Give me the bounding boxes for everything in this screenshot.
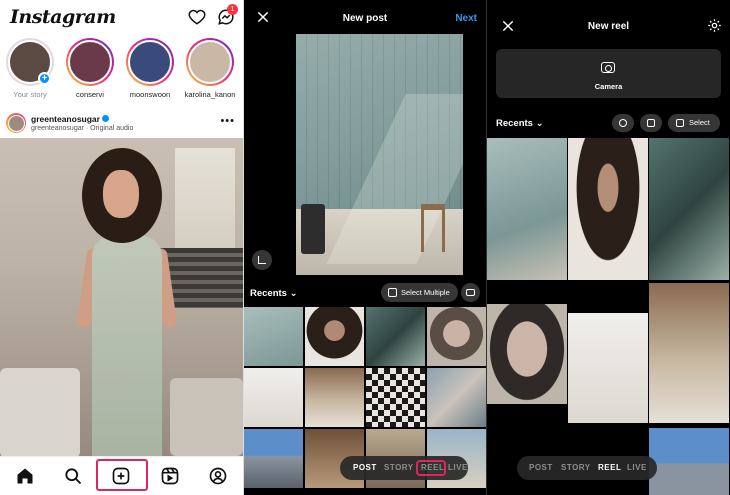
multi-select-icon bbox=[676, 119, 684, 127]
preview-stool bbox=[421, 204, 445, 252]
instagram-logo[interactable]: Instagram bbox=[10, 6, 116, 28]
feed-screen: Instagram ⌄ 1 + Your story conservi moon… bbox=[0, 0, 243, 495]
next-button[interactable]: Next bbox=[455, 13, 477, 24]
media-grid bbox=[487, 138, 730, 495]
media-thumbnail[interactable] bbox=[649, 283, 729, 423]
page-title: New reel bbox=[587, 21, 630, 32]
story-karolina-kanon[interactable]: karolina_kanon bbox=[182, 38, 238, 99]
more-icon[interactable]: ••• bbox=[220, 115, 235, 127]
bottom-tab-bar bbox=[0, 456, 243, 495]
multi-select-icon bbox=[388, 288, 397, 297]
mode-live[interactable]: LIVE bbox=[448, 463, 468, 472]
media-thumbnail[interactable] bbox=[487, 138, 567, 280]
gear-icon[interactable] bbox=[707, 18, 722, 33]
mode-selector: POST STORY REEL LIVE bbox=[517, 456, 657, 480]
photo-window bbox=[175, 148, 235, 258]
reel-mode-highlight bbox=[416, 460, 446, 476]
recents-label: Recents bbox=[496, 118, 533, 129]
select-label: Select bbox=[689, 118, 710, 127]
home-icon[interactable] bbox=[15, 466, 35, 486]
mode-post[interactable]: POST bbox=[353, 463, 377, 472]
story-name: Your story bbox=[13, 90, 47, 99]
new-reel-screen: New reel Camera Recents ⌄ Select POST ST… bbox=[487, 0, 730, 495]
preview-towel bbox=[301, 204, 325, 254]
post-header: greenteanosugar greenteanosugar · Origin… bbox=[0, 110, 243, 138]
recents-bar: Recents ⌄ Select Multiple bbox=[244, 282, 486, 304]
story-conservi[interactable]: conservi bbox=[62, 38, 118, 99]
story-your-story[interactable]: + Your story bbox=[2, 38, 58, 99]
add-story-icon[interactable]: + bbox=[38, 72, 51, 85]
templates-icon bbox=[647, 119, 655, 127]
mode-reel[interactable]: REEL bbox=[598, 463, 621, 472]
profile-icon[interactable] bbox=[208, 466, 228, 486]
templates-button[interactable] bbox=[640, 114, 662, 132]
recents-bar: Recents ⌄ Select bbox=[487, 113, 730, 133]
select-multiple-label: Select Multiple bbox=[401, 288, 450, 297]
media-thumbnail[interactable] bbox=[568, 313, 648, 423]
new-reel-header: New reel bbox=[487, 0, 730, 44]
feed-header: Instagram ⌄ 1 bbox=[0, 0, 243, 36]
recents-label: Recents bbox=[250, 288, 287, 299]
media-thumbnail[interactable] bbox=[305, 368, 364, 427]
photo-chair bbox=[170, 378, 243, 456]
chevron-down-icon[interactable]: ⌄ bbox=[84, 12, 92, 23]
camera-label: Camera bbox=[594, 82, 623, 91]
mode-selector: POST STORY REEL LIVE bbox=[340, 456, 468, 480]
media-thumbnail[interactable] bbox=[427, 368, 486, 427]
new-post-screen: New post Next Recents ⌄ Select Multiple … bbox=[244, 0, 486, 495]
recents-dropdown[interactable]: Recents ⌄ bbox=[250, 288, 298, 299]
recents-dropdown[interactable]: Recents ⌄ bbox=[496, 118, 544, 129]
create-highlight bbox=[96, 459, 148, 491]
mode-story[interactable]: STORY bbox=[384, 463, 414, 472]
post-username-text: greenteanosugar bbox=[31, 114, 100, 124]
photo-sofa bbox=[0, 368, 80, 456]
new-post-header: New post Next bbox=[244, 0, 486, 36]
camera-icon bbox=[601, 62, 615, 73]
select-button[interactable]: Select bbox=[668, 114, 720, 132]
post-image[interactable] bbox=[0, 138, 243, 456]
mode-live[interactable]: LIVE bbox=[627, 463, 647, 472]
media-thumbnail[interactable] bbox=[427, 307, 486, 366]
user-circle-icon bbox=[619, 119, 627, 127]
reels-icon[interactable] bbox=[160, 466, 180, 486]
media-thumbnail[interactable] bbox=[244, 429, 303, 488]
mode-story[interactable]: STORY bbox=[561, 463, 591, 472]
stories-tray: + Your story conservi moonswoon karolina… bbox=[0, 38, 243, 106]
mode-post[interactable]: POST bbox=[529, 463, 553, 472]
media-thumbnail[interactable] bbox=[649, 428, 729, 495]
story-name: moonswoon bbox=[129, 90, 171, 99]
story-name: conservi bbox=[76, 90, 104, 99]
media-thumbnail[interactable] bbox=[366, 368, 425, 427]
avatar[interactable] bbox=[6, 113, 26, 133]
search-icon[interactable] bbox=[63, 466, 83, 486]
select-multiple-button[interactable]: Select Multiple bbox=[381, 283, 458, 302]
verified-icon bbox=[101, 115, 109, 122]
notification-badge: 1 bbox=[227, 4, 238, 15]
media-thumbnail[interactable] bbox=[244, 307, 303, 366]
media-thumbnail[interactable] bbox=[366, 307, 425, 366]
selected-media-preview[interactable] bbox=[296, 34, 463, 275]
expand-crop-icon[interactable] bbox=[252, 250, 272, 270]
camera-button[interactable] bbox=[461, 283, 480, 302]
media-thumbnail[interactable] bbox=[649, 138, 729, 280]
post-audio[interactable]: greenteanosugar · Original audio bbox=[31, 125, 133, 132]
media-thumbnail[interactable] bbox=[305, 307, 364, 366]
story-name: karolina_kanon bbox=[184, 90, 236, 99]
camera-card[interactable]: Camera bbox=[496, 49, 721, 98]
media-thumbnail[interactable] bbox=[487, 304, 567, 404]
media-thumbnail[interactable] bbox=[244, 368, 303, 427]
photo-face bbox=[103, 170, 139, 218]
media-thumbnail[interactable] bbox=[568, 138, 648, 280]
post-username[interactable]: greenteanosugar bbox=[31, 114, 109, 124]
page-title: New post bbox=[342, 13, 388, 24]
profile-circle-button[interactable] bbox=[612, 114, 634, 132]
heart-icon[interactable] bbox=[188, 8, 206, 26]
photo-dress bbox=[92, 236, 162, 456]
story-moonswoon[interactable]: moonswoon bbox=[122, 38, 178, 99]
camera-icon bbox=[466, 289, 475, 296]
